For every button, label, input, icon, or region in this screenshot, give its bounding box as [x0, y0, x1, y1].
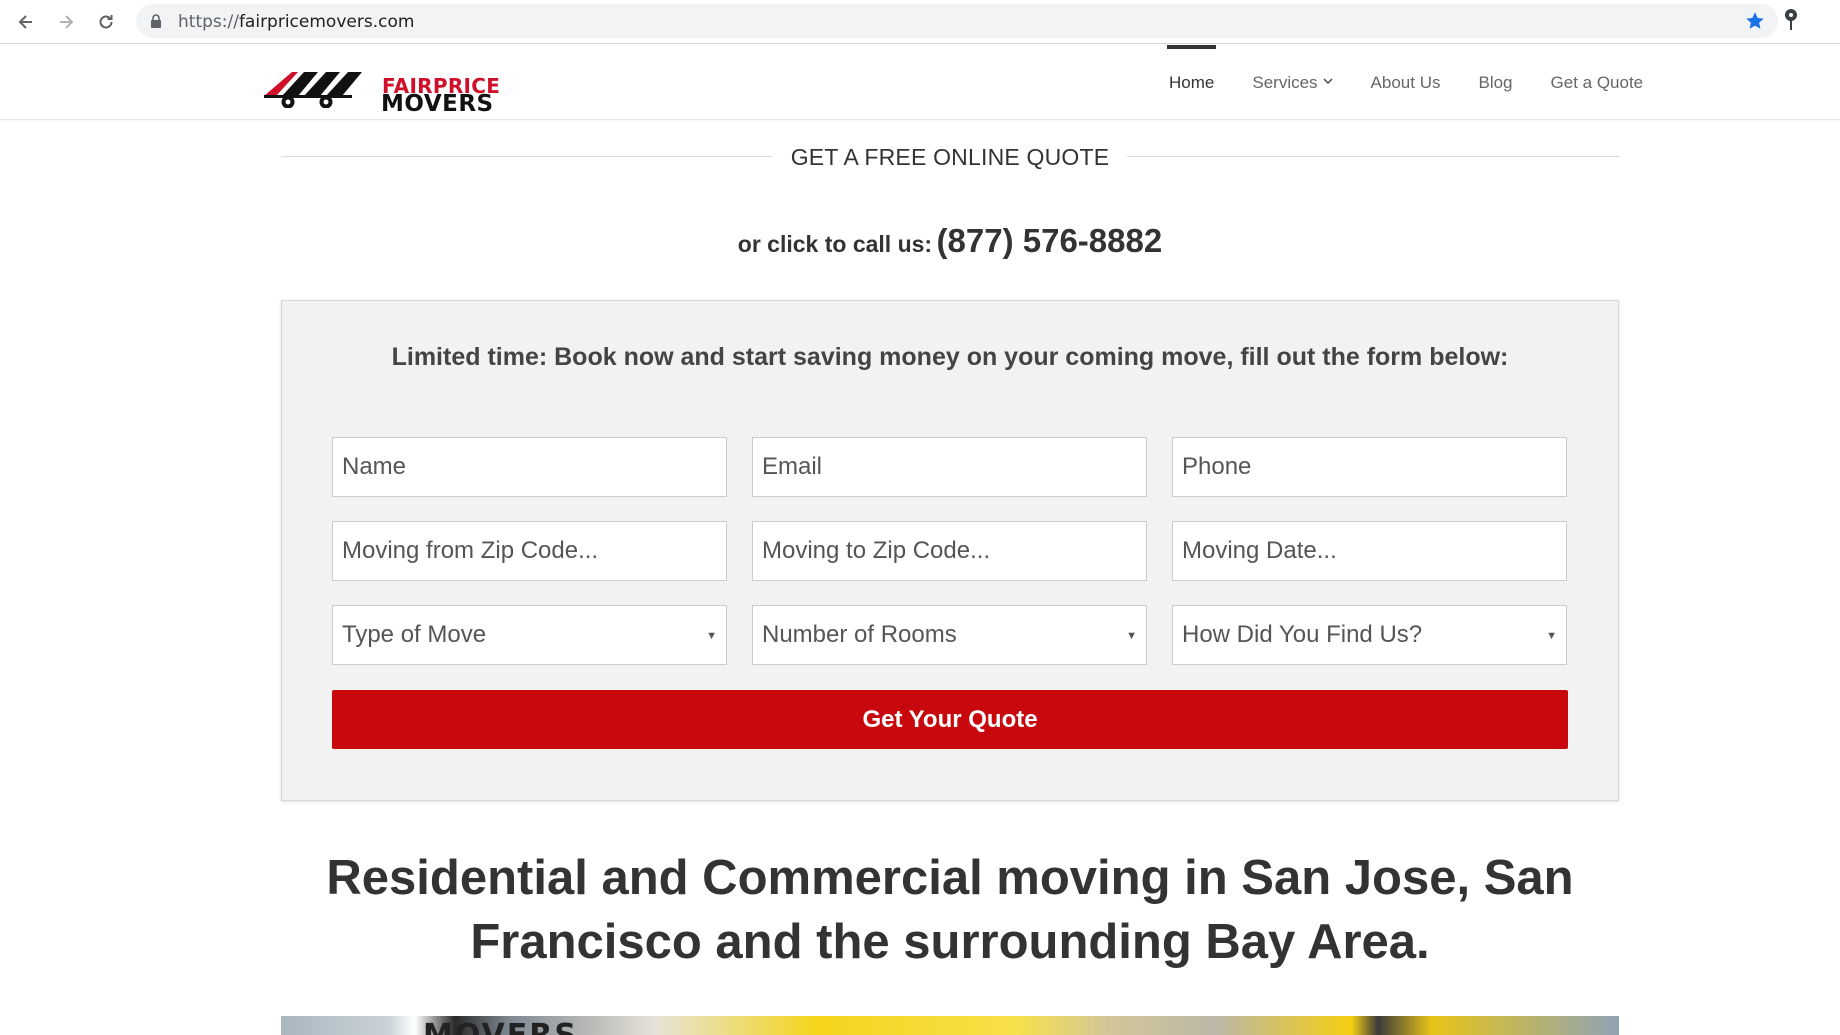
- email-field[interactable]: Email: [752, 437, 1147, 497]
- dropdown-caret-icon: ▼: [1126, 630, 1137, 642]
- back-arrow-icon[interactable]: [12, 8, 40, 36]
- number-of-rooms-value: Number of Rooms: [762, 621, 957, 648]
- quote-form: Limited time: Book now and start saving …: [281, 300, 1619, 801]
- lock-icon: [150, 14, 162, 33]
- url-text: https://fairpricemovers.com: [178, 12, 415, 32]
- phone-number-link[interactable]: (877) 576-8882: [937, 222, 1163, 259]
- logo-text-movers: MOVERS: [381, 91, 494, 117]
- how-found-value: How Did You Find Us?: [1182, 621, 1423, 648]
- from-zip-field[interactable]: Moving from Zip Code...: [332, 521, 727, 581]
- hero-heading: Residential and Commercial moving in San…: [326, 851, 1574, 969]
- photo-truck-lettering: MOVERS: [423, 1018, 578, 1035]
- site-header: FAIRPRICE MOVERS Home Services About Us …: [0, 45, 1840, 120]
- nav-get-a-quote[interactable]: Get a Quote: [1532, 45, 1663, 120]
- moving-date-field[interactable]: Moving Date...: [1172, 521, 1567, 581]
- type-of-move-value: Type of Move: [342, 621, 487, 648]
- nav-home[interactable]: Home: [1150, 45, 1233, 120]
- call-us-line: or click to call us: (877) 576-8882: [0, 222, 1840, 260]
- dropdown-caret-icon: ▼: [1546, 630, 1557, 642]
- type-of-move-select[interactable]: Type of Move ▼: [332, 605, 727, 665]
- how-found-select[interactable]: How Did You Find Us? ▼: [1172, 605, 1567, 665]
- main-navigation: Home Services About Us Blog Get a Quote: [1150, 45, 1662, 120]
- browser-toolbar: https://fairpricemovers.com: [0, 0, 1840, 44]
- address-bar[interactable]: https://fairpricemovers.com: [136, 4, 1778, 38]
- fairprice-movers-logo[interactable]: FAIRPRICE MOVERS: [262, 58, 500, 117]
- movers-truck-photo: MOVERS: [281, 1016, 1619, 1035]
- number-of-rooms-select[interactable]: Number of Rooms ▼: [752, 605, 1147, 665]
- name-field[interactable]: Name: [332, 437, 727, 497]
- truck-logo-icon: [264, 72, 362, 108]
- location-pin-icon[interactable]: [1783, 8, 1799, 37]
- call-us-label: or click to call us:: [737, 231, 933, 257]
- nav-about-us[interactable]: About Us: [1352, 45, 1460, 120]
- section-title-text: GET A FREE ONLINE QUOTE: [772, 144, 1128, 170]
- form-headline: Limited time: Book now and start saving …: [391, 343, 1509, 371]
- section-title: GET A FREE ONLINE QUOTE: [281, 144, 1619, 171]
- dropdown-caret-icon: ▼: [706, 630, 717, 642]
- to-zip-field[interactable]: Moving to Zip Code...: [752, 521, 1147, 581]
- phone-field[interactable]: Phone: [1172, 437, 1567, 497]
- section-title-block: GET A FREE ONLINE QUOTE: [281, 140, 1619, 172]
- nav-services[interactable]: Services: [1233, 45, 1351, 120]
- reload-icon[interactable]: [92, 8, 120, 36]
- nav-blog[interactable]: Blog: [1459, 45, 1531, 120]
- forward-arrow-icon[interactable]: [52, 8, 80, 36]
- bookmark-star-icon[interactable]: [1744, 10, 1766, 37]
- chevron-down-icon: [1322, 76, 1333, 88]
- nav-services-label: Services: [1252, 72, 1318, 92]
- get-your-quote-button[interactable]: Get Your Quote: [332, 690, 1568, 749]
